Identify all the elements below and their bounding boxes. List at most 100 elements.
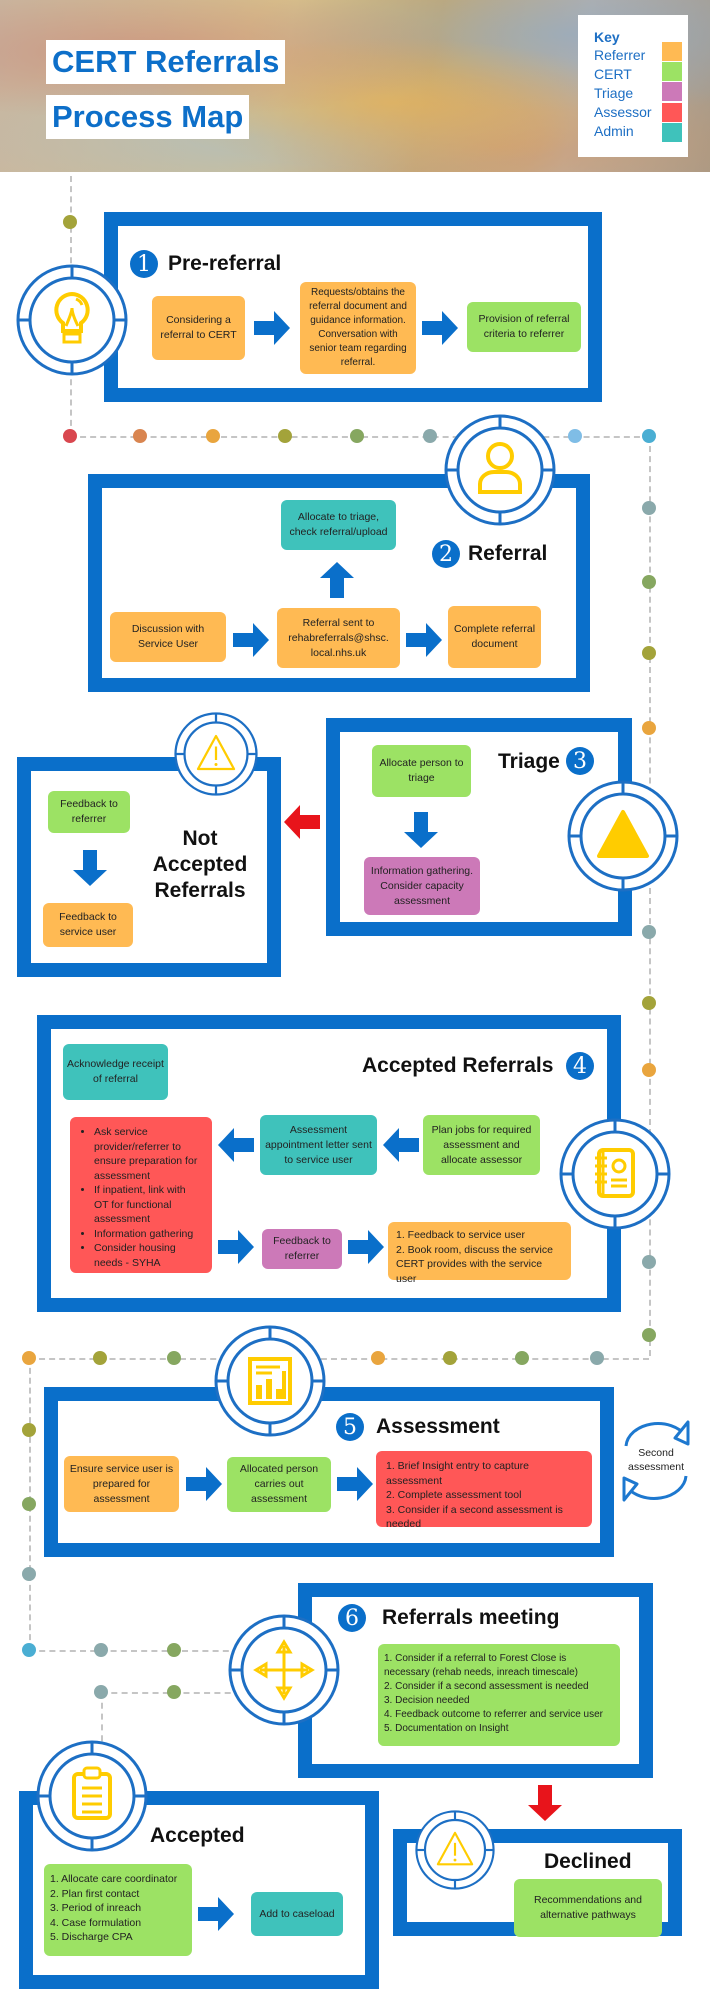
box-ensure-prepared: Ensure service user is prepared for asse…: [64, 1456, 179, 1512]
warning-icon: [415, 1810, 495, 1890]
key-swatch-triage: [662, 82, 682, 101]
arrow-right-icon: [186, 1467, 222, 1501]
list-item: 1. Brief Insight entry to capture assess…: [386, 1460, 529, 1487]
heading-line: Accepted: [152, 853, 248, 876]
trail-dot: [167, 1685, 181, 1699]
key-swatch-assessor: [662, 103, 682, 122]
step-number-badge: 5: [336, 1413, 364, 1441]
list-item: 1. Feedback to service user: [396, 1229, 525, 1241]
list-item: 4. Feedback outcome to referrer and serv…: [384, 1709, 603, 1720]
list-item: Ask service provider/referrer to ensure …: [94, 1125, 202, 1183]
step-number-badge: 1: [130, 250, 158, 278]
key-label-referrer: Referrer: [594, 47, 646, 63]
trail-dot: [642, 925, 656, 939]
referral-heading: Referral: [468, 542, 548, 565]
box-provision-criteria: Provision of referral criteria to referr…: [467, 302, 581, 352]
accepted-actions-list: 1. Allocate care coordinator 2. Plan fir…: [50, 1872, 177, 1945]
trail-dot: [133, 429, 147, 443]
trail-dot: [22, 1497, 36, 1511]
box-appointment-letter: Assessment appointment letter sent to se…: [260, 1115, 377, 1175]
referral-email-link[interactable]: rehabreferrals@shsc.: [288, 631, 389, 646]
accepted-referrals-heading: Accepted Referrals: [362, 1054, 554, 1077]
user-icon: [444, 414, 556, 526]
list-item: Consider housing needs - SYHA: [94, 1241, 202, 1270]
list-item: 3. Period of inreach: [50, 1902, 142, 1914]
box-feedback-to-referrer: Feedback to referrer: [48, 791, 130, 833]
pre-referral-heading: Pre-referral: [168, 252, 282, 275]
triage-heading: Triage: [498, 750, 560, 773]
key-label-triage: Triage: [594, 85, 634, 101]
trail-dot: [642, 501, 656, 515]
trail-dot: [22, 1567, 36, 1581]
trail-dot: [63, 429, 77, 443]
list-item: 5. Discharge CPA: [50, 1931, 133, 1943]
trail-dot: [642, 1063, 656, 1077]
arrow-right-icon: [233, 623, 269, 657]
arrow-right-icon: [406, 623, 442, 657]
trail-dot: [94, 1685, 108, 1699]
second-assessment-label: Second assessment: [620, 1446, 692, 1474]
heading-line: Referrals: [154, 879, 246, 902]
list-item: 2. Complete assessment tool: [386, 1489, 522, 1501]
trail-dot: [642, 996, 656, 1010]
box-referral-sent: Referral sent to rehabreferrals@shsc. lo…: [277, 608, 400, 668]
trail-dot: [94, 1643, 108, 1657]
referrals-meeting-emblem: [228, 1614, 340, 1726]
trail-dot: [590, 1351, 604, 1365]
not-accepted-emblem: [174, 712, 258, 796]
arrow-left-icon: [383, 1128, 419, 1162]
trail-dot: [423, 429, 437, 443]
trail-dot: [22, 1643, 36, 1657]
box-accepted-actions: 1. Allocate care coordinator 2. Plan fir…: [44, 1864, 192, 1956]
trail-dot: [371, 1351, 385, 1365]
trail-dot: [642, 1255, 656, 1269]
step-number-badge: 4: [566, 1052, 594, 1080]
trail-dot: [350, 429, 364, 443]
trail-dot: [515, 1351, 529, 1365]
step-number-badge: 2: [432, 540, 460, 568]
trail-dot: [167, 1351, 181, 1365]
box-considering-referral: Considering a referral to CERT: [152, 296, 245, 360]
list-item: Information gathering: [94, 1227, 202, 1242]
accepted-referrals-emblem: [559, 1118, 671, 1230]
arrow-right-icon: [218, 1230, 254, 1264]
notebook-icon: [559, 1118, 671, 1230]
list-item: If inpatient, link with OT for functiona…: [94, 1183, 202, 1227]
box-recommendations: Recommendations and alternative pathways: [514, 1879, 662, 1937]
label-line: Second: [638, 1447, 674, 1459]
pre-referral-emblem: [16, 264, 128, 376]
box-feedback-to-referrer: Feedback to referrer: [262, 1229, 342, 1269]
trail-dot: [642, 575, 656, 589]
trail-dot: [22, 1423, 36, 1437]
trail-dot: [642, 721, 656, 735]
assessment-emblem: [214, 1325, 326, 1437]
referral-sent-line: Referral sent to: [302, 616, 375, 629]
declined-emblem: [415, 1810, 495, 1890]
arrow-right-icon: [422, 311, 458, 345]
trail-dot: [22, 1351, 36, 1365]
referral-email-link[interactable]: local.nhs.uk: [311, 646, 366, 661]
box-feedback-to-service-user: Feedback to service user: [43, 903, 133, 947]
title-line-2: Process Map: [46, 95, 250, 139]
trail-dot: [642, 429, 656, 443]
assessment-heading: Assessment: [376, 1415, 500, 1438]
move-arrows-icon: [228, 1614, 340, 1726]
clipboard-icon: [36, 1740, 148, 1852]
label-line: assessment: [627, 1461, 685, 1473]
box-discussion-service-user: Discussion with Service User: [110, 612, 226, 662]
trail-dot: [278, 429, 292, 443]
box-assessment-steps: 1. Brief Insight entry to capture assess…: [376, 1451, 592, 1530]
declined-heading: Declined: [544, 1850, 632, 1873]
decline-arrow-left-icon: [284, 805, 320, 839]
meeting-agenda-list: 1. Consider if a referral to Forest Clos…: [384, 1652, 614, 1736]
box-allocate-triage: Allocate to triage, check referral/uploa…: [281, 500, 396, 550]
arrow-left-icon: [218, 1128, 254, 1162]
title-line-1: CERT Referrals: [46, 40, 286, 84]
not-accepted-heading: Not Accepted Referrals: [140, 826, 260, 904]
arrow-right-icon: [254, 311, 290, 345]
arrow-right-icon: [198, 1897, 234, 1931]
trail-dot: [167, 1643, 181, 1657]
key-label-admin: Admin: [594, 123, 634, 139]
referral-emblem: [444, 414, 556, 526]
list-item: 5. Documentation on Insight: [384, 1723, 509, 1734]
